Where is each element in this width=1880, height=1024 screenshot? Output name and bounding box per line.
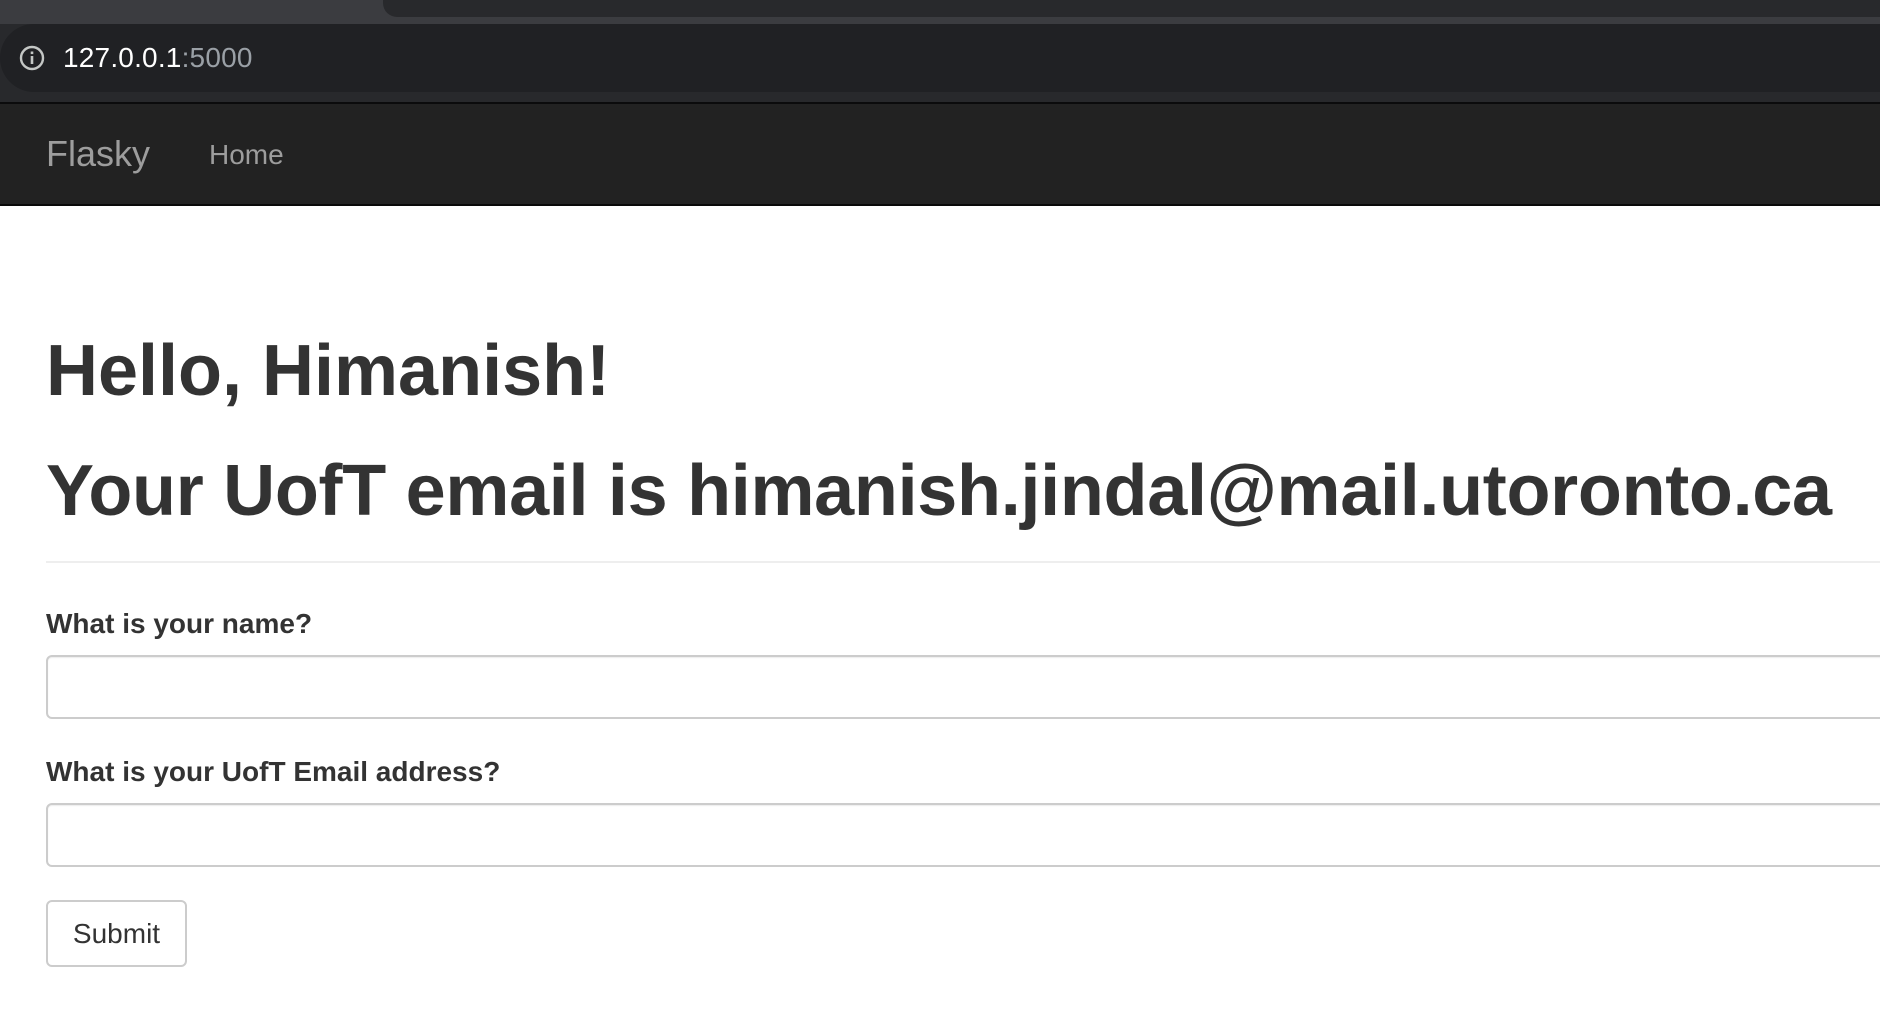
url-port: :5000	[181, 42, 253, 73]
email-input[interactable]	[46, 803, 1880, 867]
name-input[interactable]	[46, 655, 1880, 719]
nav-link-home[interactable]: Home	[209, 137, 284, 173]
navbar-brand-link[interactable]: Flasky	[46, 132, 150, 176]
browser-active-tab[interactable]	[383, 0, 1880, 17]
url-host: 127.0.0.1	[63, 42, 182, 73]
address-bar[interactable]: 127.0.0.1:5000	[0, 24, 1880, 92]
email-label: What is your UofT Email address?	[46, 756, 501, 787]
email-heading: Your UofT email is himanish.jindal@mail.…	[46, 451, 1832, 531]
navbar: Flasky Home	[0, 104, 1880, 206]
page-header-divider	[46, 561, 1880, 563]
info-circle-icon[interactable]	[18, 44, 46, 72]
name-label: What is your name?	[46, 608, 313, 639]
address-url[interactable]: 127.0.0.1:5000	[63, 40, 253, 76]
browser-toolbar: 127.0.0.1:5000	[0, 24, 1880, 102]
submit-button[interactable]: Submit	[46, 900, 187, 967]
greeting-heading: Hello, Himanish!	[46, 331, 611, 411]
browser-tabstrip	[0, 0, 1880, 24]
